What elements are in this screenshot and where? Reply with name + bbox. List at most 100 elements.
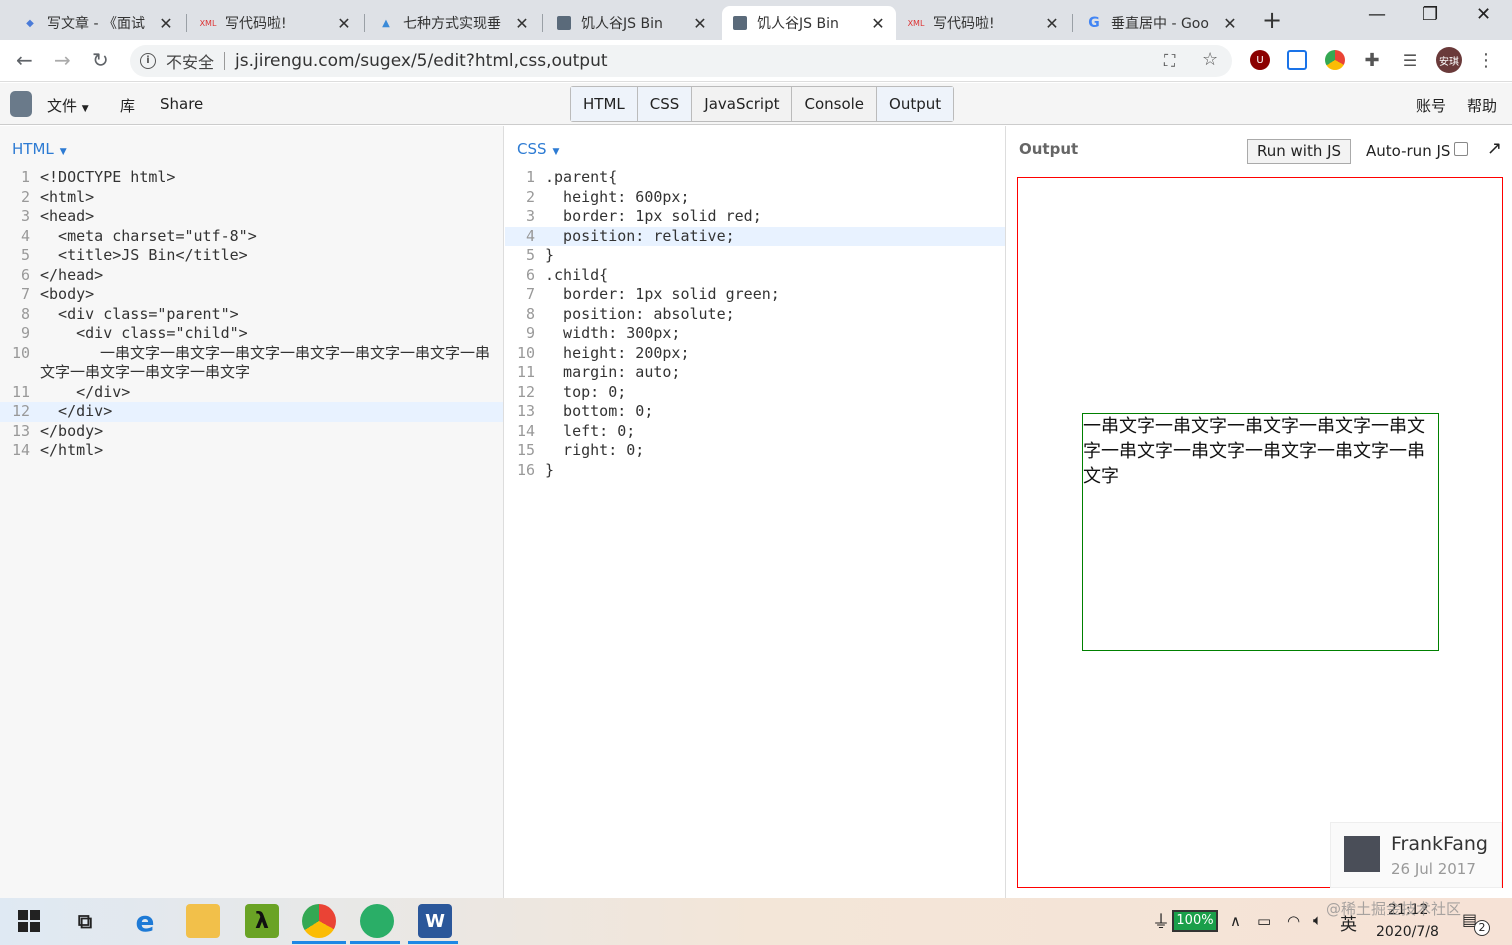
file-explorer-icon[interactable] — [186, 904, 220, 938]
code-line: height: 200px; — [545, 343, 690, 362]
code-line: <body> — [40, 285, 95, 303]
code-line: .parent{ — [545, 168, 618, 186]
popout-icon[interactable]: ↗ — [1487, 138, 1502, 159]
code-line: <div class="child"> — [40, 324, 248, 342]
new-tab-button[interactable]: + — [1262, 6, 1282, 34]
jsbin-logo-icon[interactable] — [10, 91, 32, 117]
close-tab-icon[interactable]: ✕ — [1044, 14, 1060, 33]
close-tab-icon[interactable]: ✕ — [1222, 14, 1238, 33]
translate-icon[interactable]: ⛶ — [1164, 51, 1175, 71]
code-line: <div class="parent"> — [40, 304, 239, 323]
menu-library[interactable]: 库 — [120, 95, 135, 116]
lambda-app-icon[interactable]: λ — [245, 904, 279, 938]
browser-tab[interactable]: 饥人谷JS Bin ✕ — [546, 6, 718, 40]
menu-file-label: 文件 — [47, 97, 78, 115]
run-with-js-button[interactable]: Run with JS — [1247, 139, 1352, 164]
author-card[interactable]: FrankFang 26 Jul 2017 — [1330, 822, 1502, 888]
browser-tab[interactable]: XML 写代码啦! ✕ — [898, 6, 1070, 40]
close-tab-icon[interactable]: ✕ — [514, 14, 530, 33]
close-tab-icon[interactable]: ✕ — [336, 14, 352, 33]
output-panel-title: Output — [1019, 140, 1079, 158]
css-panel: CSS ▼ 1 .parent{ 2 height: 600px; 3 border… — [505, 126, 1006, 898]
windows-start-icon[interactable] — [18, 910, 40, 932]
code-line: margin: auto; — [545, 363, 681, 381]
menu-share[interactable]: Share — [160, 95, 203, 113]
autorun-checkbox[interactable] — [1454, 142, 1468, 156]
task-view-icon[interactable]: ⧉ — [68, 904, 102, 938]
css-panel-title[interactable]: CSS ▼ — [517, 140, 559, 158]
profile-avatar[interactable]: 安琪 — [1436, 47, 1462, 73]
speaker-icon[interactable]: 🔈︎ — [1313, 911, 1322, 929]
code-line: } — [545, 460, 555, 479]
code-line: <head> — [40, 207, 95, 225]
autorun-label: Auto-run JS — [1366, 142, 1451, 160]
code-line: right: 0; — [545, 441, 645, 459]
author-date: 26 Jul 2017 — [1391, 860, 1476, 878]
chevron-up-icon[interactable]: ∧ — [1230, 912, 1241, 930]
toggle-css[interactable]: CSS — [637, 87, 693, 121]
toggle-output[interactable]: Output — [877, 87, 954, 121]
info-icon[interactable]: i — [140, 53, 156, 69]
back-icon[interactable]: ← — [16, 48, 33, 72]
wifi-icon[interactable]: ◠ — [1287, 912, 1300, 930]
browser-tab-active[interactable]: 饥人谷JS Bin ✕ — [722, 6, 896, 40]
jsbin-toolbar: 文件 ▼ 库 Share HTML CSS JavaScript Console… — [0, 83, 1512, 125]
toggle-console[interactable]: Console — [792, 87, 878, 121]
close-window-icon[interactable]: ✕ — [1476, 4, 1491, 25]
toggle-html[interactable]: HTML — [571, 87, 638, 121]
menu-file[interactable]: 文件 ▼ — [47, 95, 89, 116]
restore-icon[interactable]: ❐ — [1422, 4, 1438, 25]
omnibox[interactable]: i 不安全 js.jirengu.com/sugex/5/edit?html,c… — [130, 45, 1232, 77]
playlist-icon[interactable]: ☰ — [1400, 50, 1420, 70]
url-text[interactable]: js.jirengu.com/sugex/5/edit?html,css,out… — [235, 51, 608, 71]
more-menu-icon[interactable]: ⋮ — [1476, 50, 1496, 71]
power-plug-icon[interactable]: ⏚ — [1152, 908, 1170, 934]
chrome-icon[interactable] — [302, 904, 336, 938]
code-line: } — [545, 246, 555, 264]
html-panel-title[interactable]: HTML ▼ — [12, 140, 67, 158]
caret-down-icon: ▼ — [552, 147, 560, 157]
edge-icon[interactable]: e — [128, 904, 162, 938]
tab-title: 饥人谷JS Bin — [757, 16, 839, 32]
menu-help[interactable]: 帮助 — [1467, 95, 1497, 116]
word-icon[interactable]: W — [418, 904, 452, 938]
panel-toggle-group: HTML CSS JavaScript Console Output — [570, 86, 955, 122]
puzzle-icon[interactable]: ✚ — [1362, 50, 1382, 71]
code-line: <html> — [40, 187, 95, 206]
close-tab-icon[interactable]: ✕ — [870, 14, 886, 33]
html-code-editor[interactable]: 1 <!DOCTYPE html> 2 <html> 3 <head> 4 <meta… — [0, 168, 503, 461]
code-line: .child{ — [545, 265, 609, 284]
css-code-editor[interactable]: 1 .parent{ 2 height: 600px; 3 border: 1px… — [505, 168, 1005, 480]
extension-icon[interactable] — [1287, 50, 1307, 70]
security-label[interactable]: 不安全 — [166, 49, 214, 73]
jsbin-icon — [732, 15, 748, 31]
close-tab-icon[interactable]: ✕ — [692, 14, 708, 33]
minimize-icon[interactable]: — — [1368, 4, 1386, 25]
notification-count: 2 — [1474, 920, 1490, 936]
star-icon[interactable]: ☆ — [1202, 49, 1218, 70]
wechat-icon[interactable] — [360, 904, 394, 938]
reload-icon[interactable]: ↻ — [92, 48, 109, 72]
ublock-icon[interactable]: U — [1250, 50, 1270, 70]
toggle-javascript[interactable]: JavaScript — [692, 87, 793, 121]
browser-tab[interactable]: ▲ 七种方式实现垂 ✕ — [368, 6, 540, 40]
tab-title: 写代码啦! — [225, 16, 287, 32]
tab-title: 写代码啦! — [933, 16, 995, 32]
battery-icon[interactable]: ▭ — [1257, 912, 1271, 930]
code-line: <meta charset="utf-8"> — [40, 226, 257, 245]
html-panel: HTML ▼ 1 <!DOCTYPE html> 2 <html> 3 <head> 4… — [0, 126, 504, 898]
code-line: <title>JS Bin</title> — [40, 246, 248, 264]
menu-account[interactable]: 账号 — [1416, 95, 1446, 116]
chrome-extension-icon[interactable] — [1325, 50, 1345, 70]
code-line: height: 600px; — [545, 187, 690, 206]
xml-icon: XML — [199, 18, 217, 28]
code-line: top: 0; — [545, 382, 627, 401]
code-line: </head> — [40, 265, 104, 284]
close-tab-icon[interactable]: ✕ — [158, 14, 174, 33]
browser-tab[interactable]: ◆ 写文章 - 《面试 ✕ — [12, 6, 184, 40]
forward-icon[interactable]: → — [54, 48, 71, 72]
browser-tab[interactable]: G 垂直居中 - Goo ✕ — [1076, 6, 1248, 40]
browser-tab[interactable]: XML 写代码啦! ✕ — [190, 6, 362, 40]
clock-date[interactable]: 2020/7/8 — [1376, 924, 1439, 940]
battery-indicator[interactable]: 100% — [1172, 910, 1218, 932]
